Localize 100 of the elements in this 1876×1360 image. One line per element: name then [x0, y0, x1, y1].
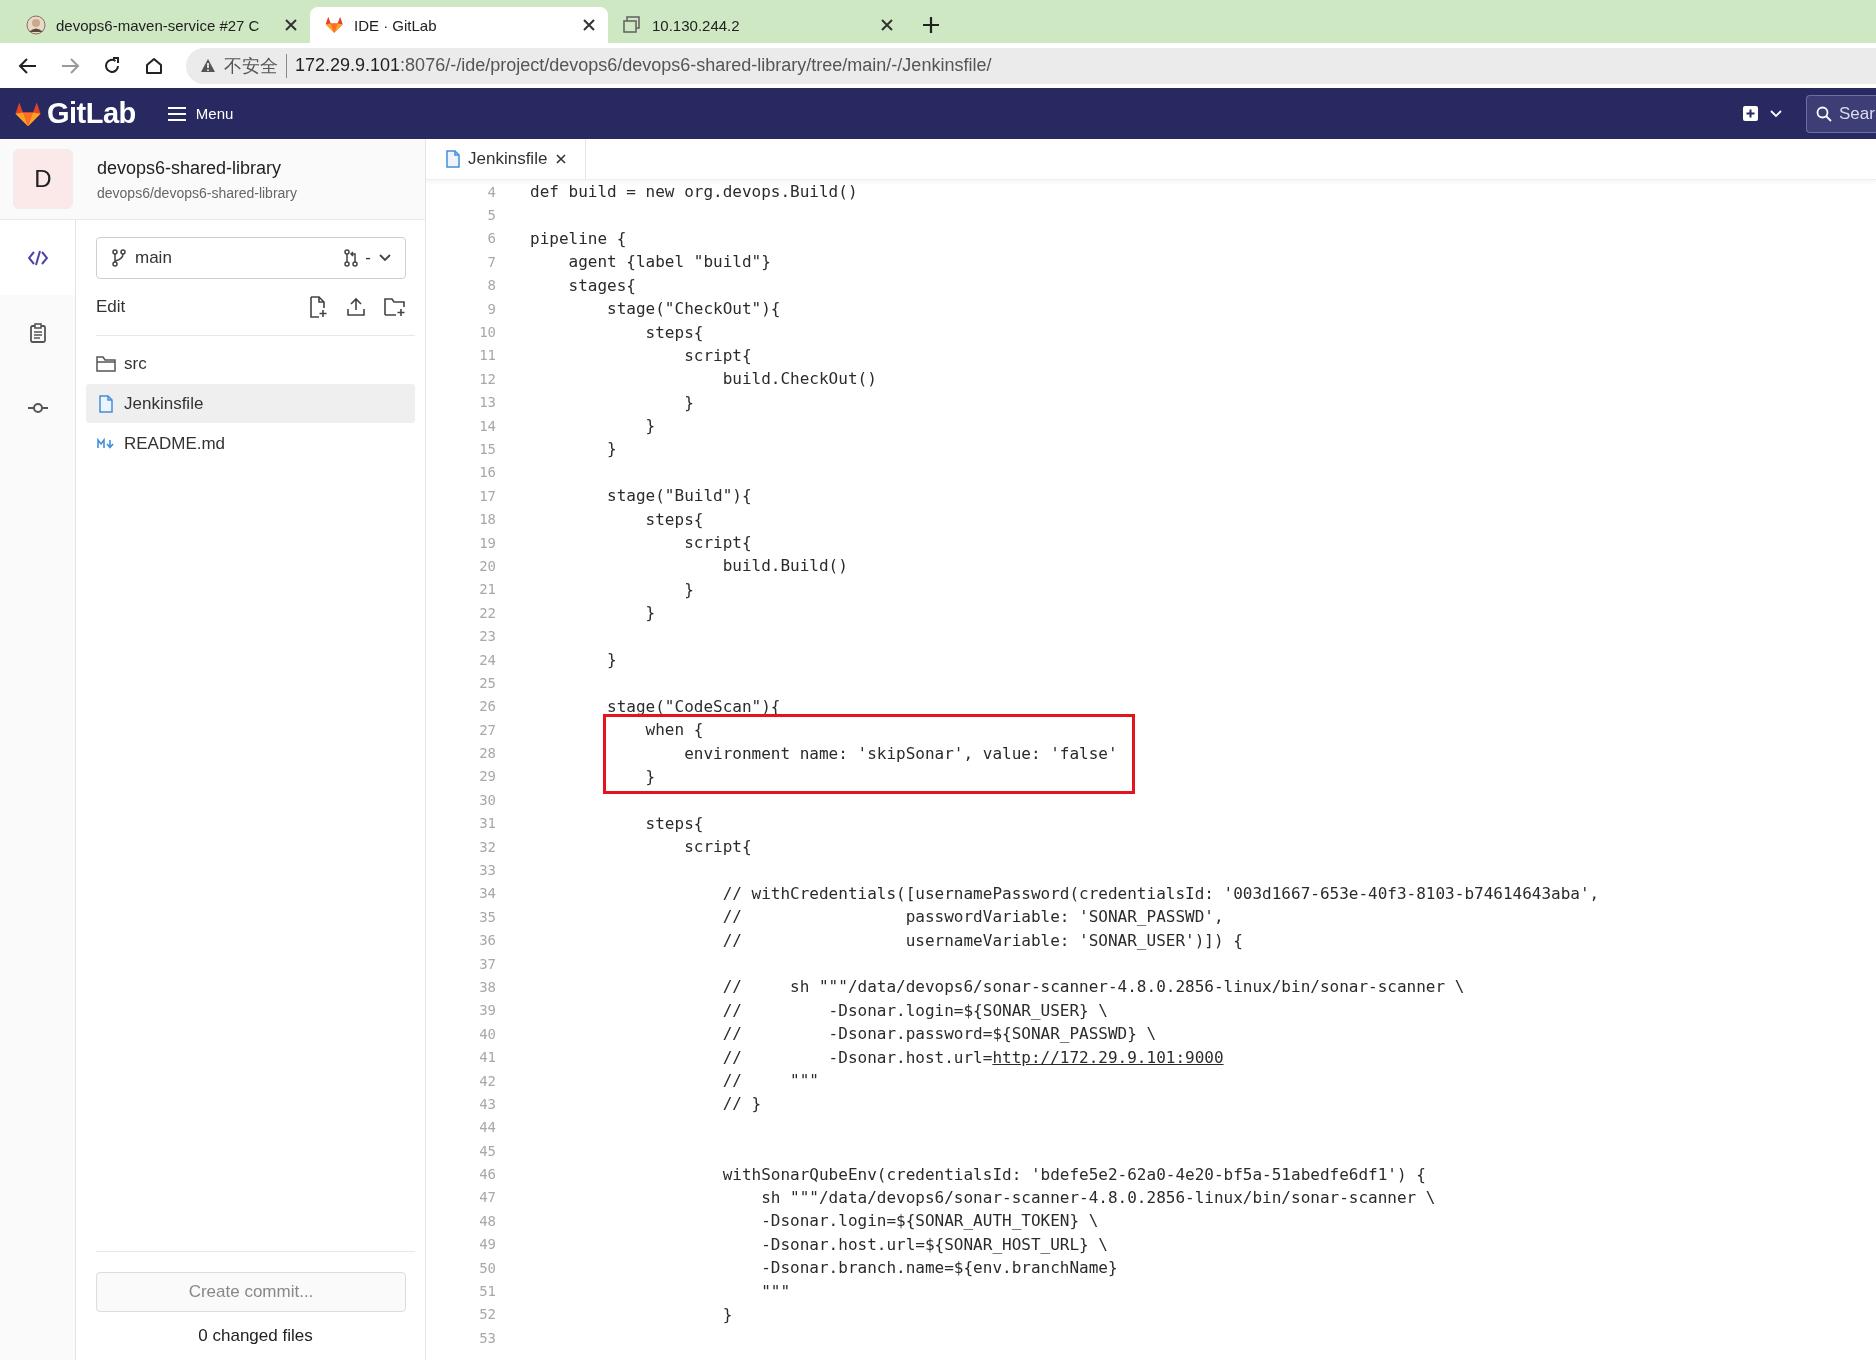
gitlab-logo-icon: [324, 15, 344, 35]
line-number: 53: [478, 1329, 496, 1346]
code-line: def build = new org.devops.Build(): [530, 182, 858, 202]
file-tree-item[interactable]: README.md: [86, 424, 415, 463]
code-line: // usernameVariable: 'SONAR_USER')]) {: [721, 930, 1243, 950]
code-line: script{: [683, 837, 752, 857]
code-line: // passwordVariable: 'SONAR_PASSWD',: [721, 907, 1224, 927]
file-tree-item[interactable]: src: [86, 344, 415, 383]
file-tab[interactable]: Jenkinsfile: [426, 139, 587, 179]
line-number: 46: [478, 1166, 496, 1183]
address-bar[interactable]: 不安全 172.29.9.101:8076/-/ide/project/devops6/devops6-shared-library/tree/main/-/Jenkinsfile/: [186, 47, 1876, 84]
menu-icon: [167, 106, 186, 121]
line-number: 27: [478, 721, 496, 738]
code-line: build.CheckOut(): [721, 369, 877, 389]
line-number: 29: [478, 768, 496, 785]
code-line: steps{: [644, 322, 704, 342]
line-number: 26: [478, 698, 496, 715]
upload-icon[interactable]: [346, 297, 366, 317]
forward-icon: [60, 55, 80, 76]
line-number: 49: [478, 1236, 496, 1253]
line-number: 14: [478, 417, 496, 434]
line-number: 39: [478, 1002, 496, 1019]
browser-tab[interactable]: 10.130.244.2: [608, 7, 906, 43]
link[interactable]: http://172.29.9.101:9000: [992, 1047, 1224, 1067]
line-number: 13: [478, 394, 496, 411]
line-number: 50: [478, 1259, 496, 1276]
code-line: steps{: [644, 813, 704, 833]
code-line: stages{: [567, 275, 636, 295]
line-number: 35: [478, 908, 496, 925]
code-line: // withCredentials([usernamePassword(credentialsId: '003d1667-653e-40f3-8103-b74614643aba',: [721, 883, 1600, 903]
back-icon[interactable]: [18, 55, 38, 76]
browser-tab[interactable]: IDE · GitLab: [310, 7, 608, 43]
line-number: 7: [486, 253, 496, 270]
code-line: -Dsonar.host.url=${SONAR_HOST_URL} \: [760, 1234, 1108, 1254]
branch-dropdown[interactable]: main -: [96, 237, 406, 279]
project-path: devops6/devops6-shared-library: [97, 184, 297, 201]
line-number: 30: [478, 791, 496, 808]
new-folder-icon[interactable]: [384, 297, 406, 317]
markdown-icon: [97, 437, 115, 450]
branch-icon: [111, 249, 127, 267]
code-line: // """: [721, 1071, 819, 1091]
edit-label: Edit: [96, 297, 126, 317]
line-number: 24: [478, 651, 496, 668]
code-line: steps{: [644, 509, 704, 529]
close-icon[interactable]: [582, 18, 596, 32]
close-icon[interactable]: [284, 18, 298, 32]
reload-icon[interactable]: [102, 55, 122, 76]
line-number: 9: [486, 300, 496, 317]
create-commit-button[interactable]: Create commit...: [96, 1272, 406, 1312]
browser-tab[interactable]: devops6-maven-service #27 C: [12, 7, 310, 43]
line-number: 19: [478, 534, 496, 551]
close-icon[interactable]: [555, 153, 568, 165]
line-number: 10: [478, 324, 496, 341]
code-line: }: [721, 1304, 733, 1324]
line-number: 48: [478, 1212, 496, 1229]
line-number: 34: [478, 885, 496, 902]
line-number: 33: [478, 862, 496, 878]
line-number: 25: [478, 674, 496, 691]
code-line: agent {label "build"}: [567, 252, 771, 272]
line-number: 43: [478, 1095, 496, 1112]
line-number: 45: [478, 1142, 496, 1159]
new-tab-icon[interactable]: [922, 16, 940, 34]
search-field[interactable]: Sear: [1806, 94, 1876, 133]
code-line: // -Dsonar.login=${SONAR_USER} \: [721, 1000, 1108, 1020]
file-icon: [446, 150, 460, 168]
line-number: 28: [478, 745, 496, 762]
url-text: 172.29.9.101:8076/-/ide/project/devops6/devops6-shared-library/tree/main/-/Jenkinsfile/: [295, 55, 992, 76]
logo-text[interactable]: GitLab: [47, 97, 136, 130]
line-number: 38: [478, 978, 496, 995]
line-number: 36: [478, 932, 496, 949]
code-line: withSonarQubeEnv(credentialsId: 'bdefe5e2-62a0-4e20-bf5a-51abedfe6df1') {: [721, 1164, 1426, 1184]
plus-square-icon: [1743, 106, 1758, 121]
code-line: -Dsonar.login=${SONAR_AUTH_TOKEN} \: [760, 1211, 1099, 1231]
code-line: script{: [683, 533, 752, 553]
tab-title: IDE · GitLab: [354, 16, 438, 34]
home-icon[interactable]: [144, 55, 164, 76]
line-number: 18: [478, 511, 496, 528]
warning-icon: [200, 57, 216, 74]
changed-files-count: 0 changed files: [197, 1326, 314, 1346]
line-number: 5: [486, 207, 496, 224]
line-number: 12: [478, 370, 496, 387]
close-icon[interactable]: [880, 18, 894, 32]
code-line: // -Dsonar.host.url=: [721, 1047, 993, 1067]
new-file-icon[interactable]: [308, 296, 328, 318]
line-number: 41: [478, 1049, 496, 1066]
menu-button[interactable]: Menu: [161, 104, 240, 123]
clipboard-icon[interactable]: [27, 322, 48, 343]
line-number: 11: [478, 347, 496, 364]
code-line: sh """/data/devops6/sonar-scanner-4.8.0.2856-linux/bin/sonar-scanner \: [760, 1188, 1436, 1207]
project-name[interactable]: devops6-shared-library: [97, 157, 297, 179]
file-tree-item[interactable]: Jenkinsfile: [86, 384, 415, 423]
line-number: 22: [478, 604, 496, 621]
person-avatar-icon: [26, 15, 46, 35]
code-line: stage("Build"){: [606, 486, 752, 506]
line-number: 8: [486, 277, 496, 294]
code-line: }: [683, 579, 694, 599]
code-line: }: [606, 439, 617, 459]
code-line: stage("CheckOut"){: [606, 299, 781, 319]
line-number: 40: [478, 1025, 496, 1042]
folder-icon: [96, 355, 116, 372]
